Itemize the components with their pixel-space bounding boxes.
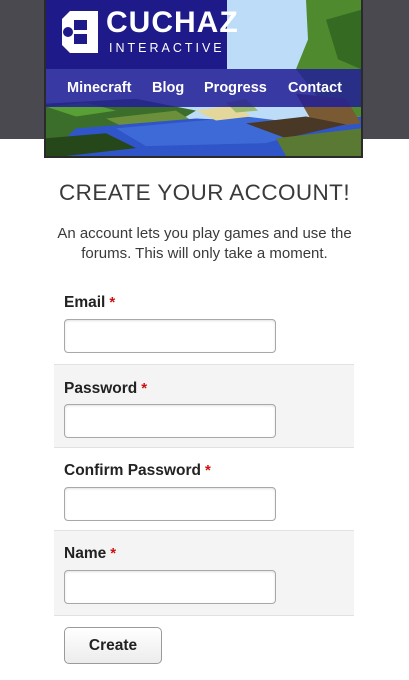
logo-title: CUCHAZ xyxy=(106,6,239,39)
page-title: CREATE YOUR ACCOUNT! xyxy=(59,180,350,205)
logo-subtitle: INTERACTIVE xyxy=(109,41,225,55)
main-navigation: Minecraft Blog Progress Contact xyxy=(46,69,361,107)
confirm-password-label-text: Confirm Password xyxy=(64,462,201,479)
nav-item-blog[interactable]: Blog xyxy=(152,69,184,107)
password-label-text: Password xyxy=(64,380,138,397)
password-input[interactable] xyxy=(64,404,276,438)
create-button[interactable]: Create xyxy=(64,627,162,664)
nav-item-minecraft[interactable]: Minecraft xyxy=(67,69,131,107)
required-marker: * xyxy=(110,545,117,562)
email-input[interactable] xyxy=(64,319,276,353)
required-marker: * xyxy=(204,462,211,479)
name-label-text: Name xyxy=(64,545,107,562)
email-label: Email * xyxy=(64,293,115,313)
password-field-row: Password * xyxy=(54,365,354,448)
confirm-password-input[interactable] xyxy=(64,487,276,521)
required-marker: * xyxy=(109,294,116,311)
confirm-password-label: Confirm Password * xyxy=(64,461,211,481)
logo[interactable]: CUCHAZ INTERACTIVE xyxy=(46,0,238,69)
name-input[interactable] xyxy=(64,570,276,604)
cuchaz-logo-icon xyxy=(62,11,98,53)
name-field-row: Name * xyxy=(54,531,354,616)
intro-text: An account lets you play games and use t… xyxy=(57,225,352,262)
create-account-form: Email * Password * Confirm Password * Name * xyxy=(54,281,354,616)
password-label: Password * xyxy=(64,379,147,399)
nav-item-progress[interactable]: Progress xyxy=(204,69,267,107)
email-field-row: Email * xyxy=(54,281,354,365)
site-header-banner: CUCHAZ INTERACTIVE Minecraft Blog Progre… xyxy=(44,0,363,158)
confirm-password-field-row: Confirm Password * xyxy=(54,448,354,531)
nav-item-contact[interactable]: Contact xyxy=(288,69,342,107)
email-label-text: Email xyxy=(64,294,106,311)
name-label: Name * xyxy=(64,544,116,564)
required-marker: * xyxy=(141,380,148,397)
